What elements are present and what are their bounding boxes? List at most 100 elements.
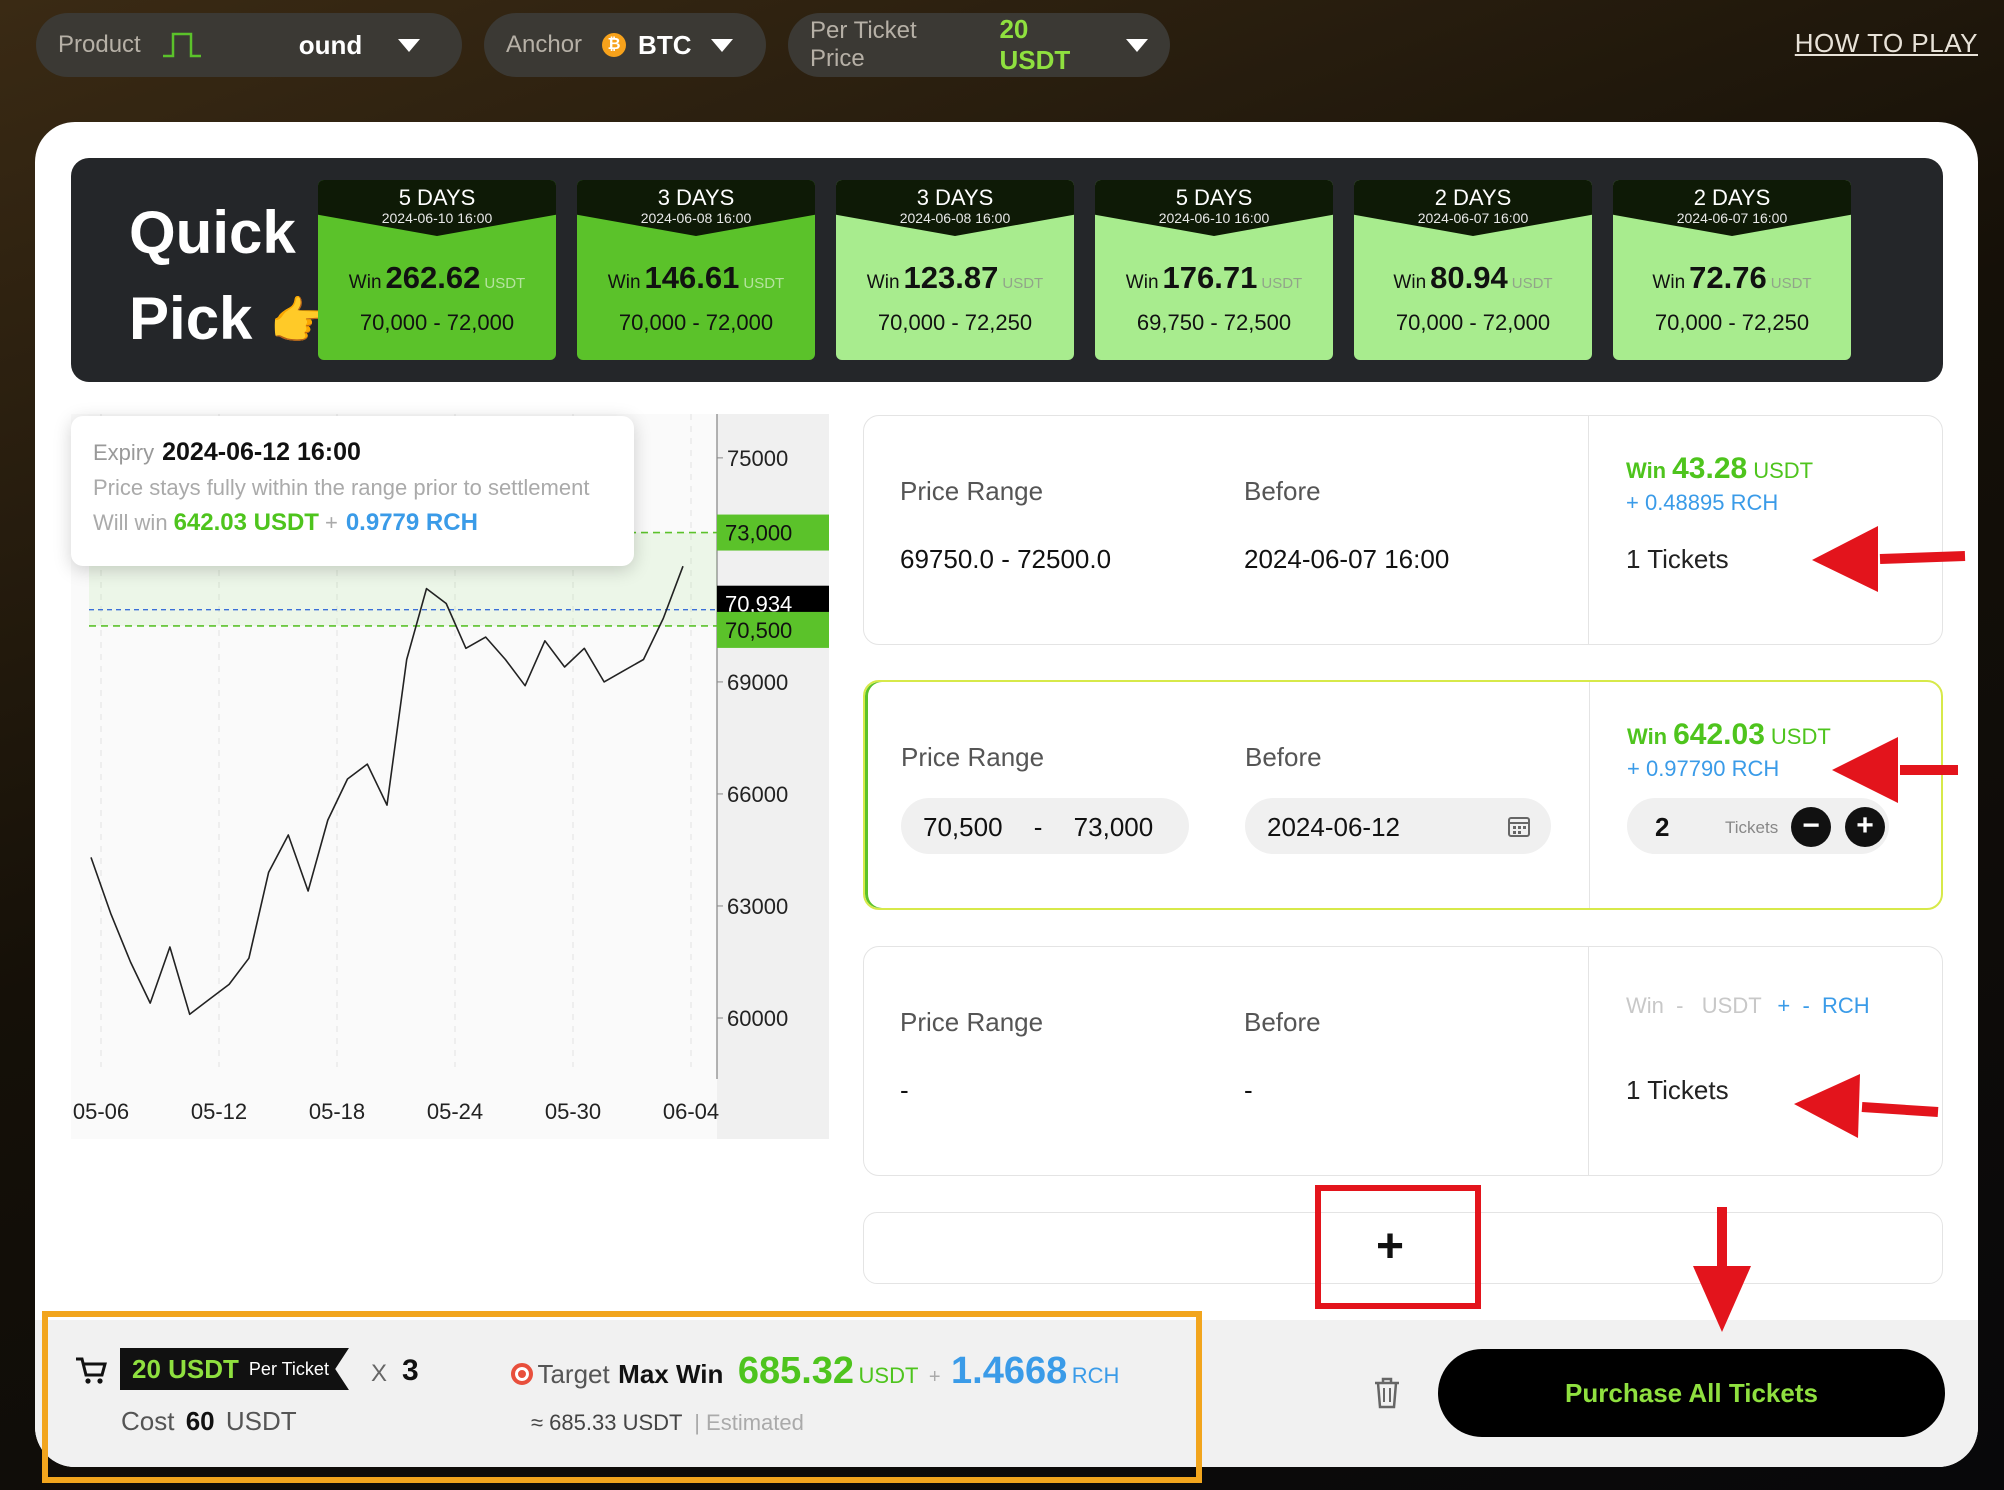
win-amount: Win 642.03 USDT [1627, 718, 1831, 752]
quick-pick-date: 2024-06-08 16:00 [640, 210, 752, 226]
win-unit: USDT [1511, 275, 1553, 292]
ticket-price-value: 20 USDT [999, 14, 1071, 75]
win-unit: USDT [1770, 724, 1831, 749]
quick-pick-title-line2: Pick [129, 285, 253, 352]
how-to-play-link[interactable]: HOW TO PLAY [1795, 28, 1978, 59]
quick-pick-card[interactable]: 2 DAYS 2024-06-07 16:00 Win 72.76 USDT 70,000… [1613, 180, 1851, 360]
quick-pick-days: 5 DAYS [398, 185, 476, 210]
anchor-value: BTC [638, 29, 692, 60]
ticket-count: 1 Tickets [1626, 544, 1729, 574]
y-tick-label: 69000 [727, 670, 788, 695]
range-low-input[interactable]: 70,500 [923, 812, 1003, 842]
rch-amount: + 0.48895 RCH [1626, 490, 1779, 515]
win-amount: Win - USDT + - RCH [1626, 993, 1870, 1019]
quick-pick-card[interactable]: 2 DAYS 2024-06-07 16:00 Win 80.94 USDT 70,000… [1354, 180, 1592, 360]
quick-pick-range: 69,750 - 72,500 [1136, 310, 1292, 335]
y-tick-label: 66000 [727, 782, 788, 807]
quick-pick-win: Win 146.61 USDT [577, 260, 815, 296]
expiry-label: Expiry [93, 440, 155, 465]
win-label: Win [1652, 272, 1686, 293]
win-unit: USDT [1261, 275, 1303, 292]
will-win-rch: 0.9779 RCH [345, 509, 478, 536]
increment-button[interactable]: + [1845, 807, 1885, 847]
win-label: Win [348, 272, 382, 293]
quick-pick-card-header: 5 DAYS 2024-06-10 16:00 [318, 180, 556, 236]
expiry-value: 2024-06-12 16:00 [162, 438, 361, 466]
quick-pick-days: 3 DAYS [657, 185, 735, 210]
quick-pick-win: Win 80.94 USDT [1354, 260, 1592, 296]
win-unit: USDT [484, 275, 526, 292]
chevron-down-icon [711, 38, 734, 52]
quick-pick-card[interactable]: 3 DAYS 2024-06-08 16:00 Win 146.61 USDT 70,00… [577, 180, 815, 360]
win-label: Win [866, 272, 900, 293]
before-label: Before [1244, 476, 1321, 506]
product-value: ound [298, 29, 363, 60]
ticket-row-1[interactable]: Price Range Before 69750.0 - 72500.0 202… [863, 415, 1943, 645]
price-range-label: Price Range [900, 476, 1044, 506]
row-divider [1588, 947, 1589, 1175]
row-divider [1589, 682, 1590, 908]
quick-pick-card[interactable]: 5 DAYS 2024-06-10 16:00 Win 262.62 USDT 70,00… [318, 180, 556, 360]
product-chart-icon [162, 32, 201, 58]
quick-pick-days: 2 DAYS [1434, 185, 1512, 210]
anchor-selector[interactable]: Anchor ₿ BTC [484, 13, 766, 77]
anchor-label: Anchor [506, 31, 583, 58]
win-unit: USDT [1770, 275, 1812, 292]
will-win-label: Will win [93, 510, 168, 535]
ticket-count: 1 Tickets [1626, 1075, 1729, 1105]
win-unit: USDT [1753, 458, 1814, 483]
quick-pick-range: 70,000 - 72,250 [877, 310, 1033, 335]
ticket-row-3[interactable]: Price Range Before - - Win - USDT + - RC… [863, 946, 1943, 1176]
quick-pick-win: Win 72.76 USDT [1613, 260, 1851, 296]
x-tick-label: 05-24 [427, 1099, 483, 1124]
quick-pick-range: 70,000 - 72,000 [1395, 310, 1551, 335]
price-range-label: Price Range [901, 742, 1045, 772]
quick-pick-win-value: 176.71 [1162, 260, 1258, 295]
quick-pick-range: 70,000 - 72,250 [1654, 310, 1810, 335]
y-tick-label: 60000 [727, 1006, 788, 1031]
product-selector[interactable]: Product ound [36, 13, 462, 77]
win-label: Win [1393, 272, 1427, 293]
quick-pick-date: 2024-06-08 16:00 [899, 210, 1011, 226]
quick-pick-win: Win 123.87 USDT [836, 260, 1074, 296]
quick-pick-date: 2024-06-10 16:00 [1158, 210, 1270, 226]
win-label: Win [1627, 724, 1668, 749]
purchase-all-button[interactable]: Purchase All Tickets [1438, 1349, 1945, 1437]
quick-pick-card[interactable]: 3 DAYS 2024-06-08 16:00 Win 123.87 USDT 70,00… [836, 180, 1074, 360]
quick-pick-win-value: 80.94 [1430, 260, 1508, 295]
price-range-label: Price Range [900, 1007, 1044, 1037]
decrement-button[interactable]: − [1791, 807, 1831, 847]
win-label: Win [1626, 458, 1667, 483]
quick-pick-days: 2 DAYS [1693, 185, 1771, 210]
range-upper-label: 73,000 [725, 521, 792, 546]
ticket-count-input[interactable]: 2 [1655, 812, 1669, 843]
date-value: 2024-06-12 [1267, 812, 1400, 842]
quick-pick-title: Quick Pick 👉 [129, 190, 334, 365]
range-high-input[interactable]: 73,000 [1074, 812, 1154, 842]
rch-placeholder: + - RCH [1777, 993, 1870, 1018]
x-tick-label: 05-06 [73, 1099, 129, 1124]
x-tick-label: 06-04 [663, 1099, 719, 1124]
quick-pick-win: Win 262.62 USDT [318, 260, 556, 296]
ticket-row-2[interactable]: Price Range Before 70,500 - 73,000 2024-… [863, 680, 1943, 910]
x-tick-label: 05-18 [309, 1099, 365, 1124]
quick-pick-card[interactable]: 5 DAYS 2024-06-10 16:00 Win 176.71 USDT 69,75… [1095, 180, 1333, 360]
win-value: 642.03 [1673, 718, 1765, 751]
price-range-input[interactable]: 70,500 - 73,000 [901, 798, 1189, 854]
summary-highlight-box [42, 1311, 1202, 1483]
price-series-line [90, 565, 684, 1016]
quick-pick-win-value: 72.76 [1689, 260, 1767, 295]
plus-sign: + [324, 510, 338, 535]
quick-pick-date: 2024-06-07 16:00 [1676, 210, 1788, 226]
ticket-stepper[interactable]: 2 Tickets − + [1627, 798, 1889, 854]
trash-icon[interactable] [1372, 1376, 1402, 1410]
win-label: Win [607, 272, 641, 293]
price-range-value: 69750.0 - 72500.0 [900, 544, 1112, 574]
y-tick-label: 63000 [727, 894, 788, 919]
calendar-icon[interactable] [1507, 814, 1531, 838]
add-highlight-box [1315, 1185, 1481, 1309]
quick-pick-win-value: 146.61 [644, 260, 740, 295]
date-input[interactable]: 2024-06-12 [1245, 798, 1551, 854]
quick-pick-win-value: 123.87 [903, 260, 999, 295]
ticket-price-selector[interactable]: Per Ticket Price 20 USDT [788, 13, 1170, 77]
